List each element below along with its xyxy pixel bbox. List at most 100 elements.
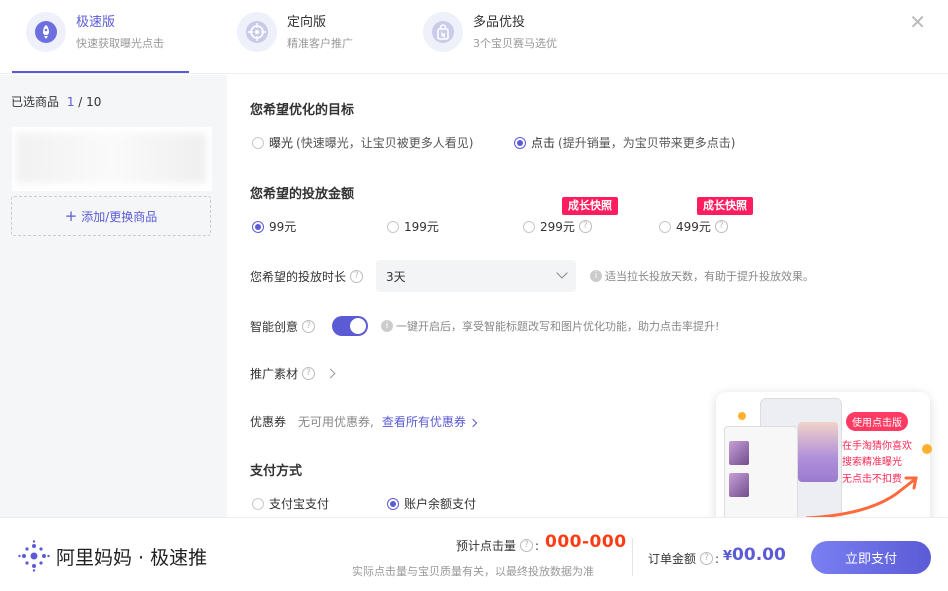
plus-icon: + — [64, 207, 78, 225]
chevron-right-icon — [468, 418, 478, 428]
est-clicks-note: 实际点击量与宝贝质量有关，以最终投放数据为准 — [352, 565, 594, 578]
chevron-right-icon[interactable] — [325, 368, 336, 379]
payment-title: 支付方式 — [250, 464, 303, 479]
payment-alipay-label: 支付宝支付 — [269, 497, 330, 511]
add-product-label: 添加/更换商品 — [81, 209, 158, 224]
promo-card[interactable]: 使用点击版 在手淘猜你喜欢 搜索精准曝光 无点击不扣费 — [716, 392, 930, 528]
help-icon[interactable]: ? — [302, 320, 316, 333]
promo-tag: 使用点击版 — [846, 412, 908, 431]
material-label: 推广素材 — [250, 367, 299, 381]
goal-option-exposure[interactable]: 曝光 (快速曝光，让宝贝被更多人看见) — [252, 134, 473, 151]
close-icon[interactable]: ✕ — [909, 12, 926, 32]
decor-orb — [922, 444, 932, 454]
coupon-label: 优惠券 — [250, 415, 287, 429]
order-amount-label: 订单金额 — [648, 552, 697, 566]
radio-99[interactable] — [252, 220, 264, 233]
selected-count-label: 已选商品 — [11, 95, 60, 109]
smart-creative-toggle[interactable] — [332, 316, 368, 336]
growth-badge-499: 成长快照 — [697, 197, 753, 215]
est-clicks-label: 预计点击量 — [456, 539, 517, 553]
currency-symbol: ¥ — [723, 549, 733, 564]
colon: : — [535, 538, 540, 553]
goal-exposure-desc: (快速曝光，让宝贝被更多人看见) — [296, 136, 474, 150]
decor-orb — [738, 412, 746, 420]
order-amount-label-row: 订单金额 ? : — [648, 550, 719, 567]
radio-click[interactable] — [514, 136, 526, 149]
est-clicks-value: 000-000 — [545, 532, 627, 552]
radio-alipay[interactable] — [252, 497, 264, 510]
payment-option-balance[interactable]: 账户余额支付 — [387, 495, 476, 512]
budget-option-499[interactable]: 499元 ? — [659, 218, 728, 235]
chevron-down-icon — [556, 267, 568, 279]
budget-option-299[interactable]: 299元 ? — [523, 218, 592, 235]
material-row[interactable]: 推广素材 ? — [250, 365, 336, 382]
phone-mockup-front — [724, 426, 798, 522]
view-coupons-link[interactable]: 查看所有优惠券 — [381, 413, 478, 430]
goal-title: 您希望优化的目标 — [250, 103, 355, 118]
add-product-button[interactable]: + 添加/更换商品 — [11, 196, 211, 236]
duration-row-label: 您希望的投放时长 ? — [250, 268, 364, 285]
promo-line-1: 在手淘猜你喜欢 — [842, 441, 912, 452]
smart-row-label: 智能创意 ? — [250, 318, 316, 335]
tab-multi[interactable]: 多品优投 3个宝贝赛马选优 — [423, 12, 557, 70]
duration-hint-text: 适当拉长投放天数，有助于提升投放效果。 — [605, 270, 814, 283]
goal-option-click[interactable]: 点击 (提升销量，为宝贝带来更多点击) — [514, 134, 735, 151]
coupon-row: 优惠券 无可用优惠券, 查看所有优惠券 — [250, 413, 478, 430]
help-icon[interactable]: ? — [350, 270, 364, 283]
budget-199-label: 199元 — [404, 220, 439, 234]
duration-value: 3天 — [386, 269, 406, 284]
tab-targeted-title: 定向版 — [287, 15, 327, 30]
tab-bar: 极速版 快速获取曝光点击 定向版 精准客户推广 多品优投 3个宝贝赛马选优 ✕ — [0, 0, 948, 74]
ad-order-dialog: 极速版 快速获取曝光点击 定向版 精准客户推广 多品优投 3个宝贝赛马选优 ✕ — [0, 0, 948, 591]
selected-products-panel: 已选商品 1 / 10 + 添加/更换商品 — [0, 75, 227, 517]
budget-option-99[interactable]: 99元 — [252, 218, 296, 235]
alimama-logo-icon — [18, 540, 50, 572]
tab-targeted[interactable]: 定向版 精准客户推广 — [237, 12, 353, 70]
radio-199[interactable] — [387, 220, 399, 233]
tab-multi-subtitle: 3个宝贝赛马选优 — [473, 37, 557, 50]
order-amount-value: ¥00.00 — [723, 545, 786, 565]
help-icon[interactable]: ? — [700, 552, 714, 565]
est-clicks-label-row: 预计点击量 ? : — [456, 537, 539, 554]
view-coupons-label: 查看所有优惠券 — [381, 415, 466, 429]
smart-hint: i 一键开启后，享受智能标题改写和图片优化功能，助力点击率提升! — [381, 318, 719, 334]
tab-express-title: 极速版 — [76, 15, 116, 30]
selected-product-card[interactable] — [12, 127, 212, 191]
growth-badge-299: 成长快照 — [562, 197, 618, 215]
help-icon[interactable]: ? — [578, 220, 592, 233]
target-icon — [237, 12, 277, 52]
active-tab-indicator — [12, 71, 189, 73]
budget-option-199[interactable]: 199元 — [387, 218, 439, 235]
help-icon[interactable]: ? — [302, 367, 316, 380]
payment-option-alipay[interactable]: 支付宝支付 — [252, 495, 329, 512]
radio-499[interactable] — [659, 220, 671, 233]
rocket-icon — [26, 12, 66, 52]
bag-icon — [423, 12, 463, 52]
info-icon: i — [590, 270, 602, 282]
radio-exposure[interactable] — [252, 136, 264, 149]
duration-hint: i 适当拉长投放天数，有助于提升投放效果。 — [590, 268, 814, 284]
tab-express-subtitle: 快速获取曝光点击 — [76, 37, 164, 50]
promo-line-2: 搜索精准曝光 — [842, 457, 902, 468]
order-amount-number: 00.00 — [732, 545, 786, 565]
budget-title: 您希望的投放金额 — [250, 187, 355, 202]
product-thumb — [729, 473, 749, 497]
goal-click-desc: (提升销量，为宝贝带来更多点击) — [558, 136, 736, 150]
tab-targeted-subtitle: 精准客户推广 — [287, 37, 353, 50]
duration-label: 您希望的投放时长 — [250, 270, 347, 284]
selected-count-total: / 10 — [74, 95, 102, 109]
coupon-none-text: 无可用优惠券, — [298, 415, 374, 429]
budget-499-label: 499元 — [676, 220, 711, 234]
goal-click-label: 点击 — [531, 136, 556, 150]
tab-express[interactable]: 极速版 快速获取曝光点击 — [26, 12, 164, 70]
tab-multi-title: 多品优投 — [473, 15, 526, 30]
radio-299[interactable] — [523, 220, 535, 233]
colon: : — [715, 551, 720, 566]
footer-bar: 阿里妈妈 · 极速推 预计点击量 ? : 000-000 实际点击量与宝贝质量有… — [0, 517, 948, 591]
duration-select[interactable]: 3天 — [376, 260, 576, 292]
help-icon[interactable]: ? — [520, 539, 534, 552]
radio-balance[interactable] — [387, 497, 399, 510]
payment-balance-label: 账户余额支付 — [404, 497, 477, 511]
help-icon[interactable]: ? — [714, 220, 728, 233]
pay-now-button[interactable]: 立即支付 — [811, 541, 931, 574]
